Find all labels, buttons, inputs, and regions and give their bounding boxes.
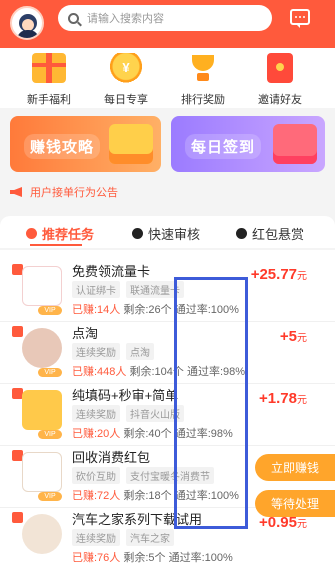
task-item[interactable]: VIP 免费领流量卡 认证绑卡 联通流量卡 已赚:14人 剩余:26个 通过率:… [0, 260, 335, 322]
task-remaining: 剩余:40个 [123, 428, 172, 440]
shortcut-ranking-reward[interactable]: 排行奖励 [168, 48, 238, 107]
top-header: 请输入搜索内容 [0, 0, 335, 48]
flame-icon [26, 228, 37, 239]
shortcut-bar: 新手福利 ¥ 每日专享 排行奖励 邀请好友 [0, 48, 335, 108]
announcement-bar[interactable]: 用户接单行为公告 [10, 180, 325, 204]
speaker-icon [10, 187, 22, 197]
tab-label: 红包悬赏 [252, 227, 305, 242]
task-reward: +25.77元 [250, 266, 307, 283]
task-thumbnail [22, 390, 62, 430]
task-tabs: 推荐任务 快速审核 红包悬赏 [0, 216, 335, 248]
task-tag: 连续奖励 [72, 405, 120, 422]
shortcut-label: 排行奖励 [181, 94, 225, 106]
red-envelope-icon [267, 53, 293, 83]
task-remaining: 剩余:18个 [123, 490, 172, 502]
tab-red-packet-bounty[interactable]: 红包悬赏 [236, 224, 304, 243]
shortcut-label: 每日专享 [104, 94, 148, 106]
banner-daily-checkin[interactable]: 每日签到 [171, 116, 325, 172]
task-remaining: 剩余:26个 [123, 304, 172, 316]
task-earned: 已赚:14人 [72, 304, 121, 316]
task-remaining: 剩余:5个 [123, 552, 166, 564]
task-reward: +5元 [279, 328, 307, 345]
task-thumbnail [22, 266, 62, 306]
task-item[interactable]: VIP 点淘 连续奖励 点淘 已赚:448人 剩余:104个 通过率:98% +… [0, 322, 335, 384]
vip-badge: VIP [38, 430, 62, 439]
task-earned: 已赚:76人 [72, 552, 121, 564]
task-tag: 点淘 [126, 343, 154, 360]
shortcut-label: 新手福利 [27, 94, 71, 106]
task-tag: 汽车之家 [126, 529, 174, 546]
vip-badge: VIP [38, 368, 62, 377]
shortcut-newbie-welfare[interactable]: 新手福利 [14, 48, 84, 107]
search-icon [68, 12, 79, 24]
task-tag: 连续奖励 [72, 529, 120, 546]
task-earned: 已赚:448人 [72, 366, 127, 378]
earn-now-button[interactable]: 立即赚钱 [255, 454, 335, 481]
banner-earning-guide[interactable]: 赚钱攻略 [10, 116, 161, 172]
banner-title: 赚钱攻略 [24, 134, 101, 159]
task-title: 回收消费红包 [72, 450, 151, 465]
task-tag: 认证绑卡 [72, 281, 120, 298]
vip-badge: VIP [38, 306, 62, 315]
task-item[interactable]: VIP 纯填码+秒审+简单 连续奖励 抖音火山版 已赚:20人 剩余:40个 通… [0, 384, 335, 446]
tab-fast-review[interactable]: 快速审核 [132, 224, 200, 243]
message-icon[interactable] [290, 9, 310, 28]
task-earned: 已赚:20人 [72, 428, 121, 440]
shortcut-invite-friends[interactable]: 邀请好友 [245, 48, 315, 107]
tab-label: 推荐任务 [42, 227, 95, 242]
shortcut-label: 邀请好友 [258, 94, 302, 106]
task-reward: +1.78元 [259, 390, 307, 407]
coin-icon: ¥ [109, 53, 143, 83]
money-bag-icon [236, 228, 247, 239]
task-pass-rate: 通过率:100% [168, 552, 233, 564]
treasure-box-icon [109, 124, 153, 164]
task-title: 纯填码+秒审+简单 [72, 388, 179, 403]
task-thumbnail [22, 328, 62, 368]
shortcut-daily-exclusive[interactable]: ¥ 每日专享 [91, 48, 161, 107]
vip-badge: VIP [38, 492, 62, 501]
announcement-text: 用户接单行为公告 [30, 187, 118, 199]
gift-icon [32, 53, 66, 83]
rank-badge-icon [12, 326, 23, 337]
banner-title: 每日签到 [185, 134, 262, 159]
trophy-icon [186, 53, 220, 83]
search-placeholder: 请输入搜索内容 [87, 13, 164, 25]
gift-box-icon [273, 124, 317, 164]
annotation-highlight-box [174, 277, 248, 529]
task-thumbnail [22, 452, 62, 492]
pending-button[interactable]: 等待处理 [255, 490, 335, 517]
user-avatar[interactable] [10, 6, 44, 40]
avatar-body [17, 30, 39, 38]
tab-recommended[interactable]: 推荐任务 [26, 224, 94, 243]
task-tag: 砍价互助 [72, 467, 120, 484]
tab-label: 快速审核 [148, 227, 201, 242]
task-earned: 已赚:72人 [72, 490, 121, 502]
task-thumbnail [22, 514, 62, 554]
clock-icon [132, 228, 143, 239]
rank-badge-icon [12, 512, 23, 523]
task-tag: 连续奖励 [72, 343, 120, 360]
task-title: 免费领流量卡 [72, 264, 151, 279]
active-tab-indicator [30, 244, 82, 246]
task-title: 点淘 [72, 326, 99, 341]
search-input[interactable]: 请输入搜索内容 [58, 5, 272, 31]
